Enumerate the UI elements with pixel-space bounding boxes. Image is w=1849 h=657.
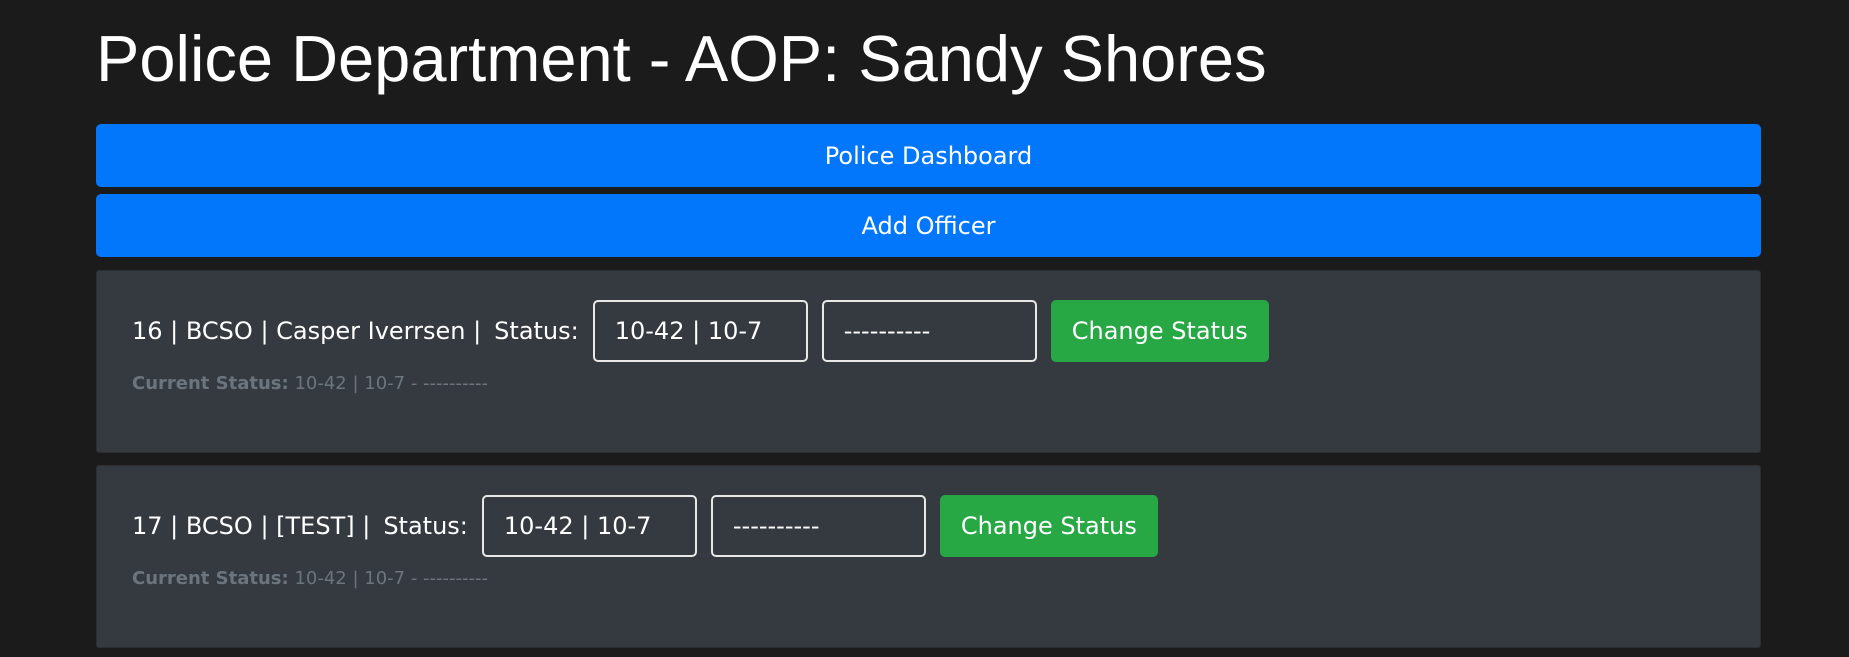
current-status: Current Status: 10-42 | 10-7 - ---------… <box>132 373 488 394</box>
officer-card: 17 | BCSO | [TEST] | Status: 10-42 | 10-… <box>96 465 1761 648</box>
officer-status-row: 17 | BCSO | [TEST] | Status: 10-42 | 10-… <box>132 494 1158 557</box>
status-label: Status: <box>383 511 468 540</box>
status-detail-select[interactable]: ---------- <box>821 299 1037 362</box>
current-status-value: 10-42 | 10-7 - ---------- <box>294 568 489 589</box>
page-title: Police Department - AOP: Sandy Shores <box>96 22 1267 95</box>
officer-status-row: 16 | BCSO | Casper Iverrsen | Status: 10… <box>132 299 1269 362</box>
add-officer-button[interactable]: Add Officer <box>96 194 1761 257</box>
current-status-value: 10-42 | 10-7 - ---------- <box>294 373 489 394</box>
police-dashboard-button[interactable]: Police Dashboard <box>96 124 1761 187</box>
status-detail-value: ---------- <box>732 511 820 540</box>
officer-card: 16 | BCSO | Casper Iverrsen | Status: 10… <box>96 270 1761 453</box>
current-status-label: Current Status: <box>132 373 289 394</box>
change-status-button[interactable]: Change Status <box>939 494 1158 557</box>
change-status-button[interactable]: Change Status <box>1050 299 1269 362</box>
status-detail-select[interactable]: ---------- <box>710 494 926 557</box>
current-status: Current Status: 10-42 | 10-7 - ---------… <box>132 568 488 589</box>
status-detail-value: ---------- <box>843 316 931 345</box>
status-code-value: 10-42 | 10-7 <box>503 511 652 540</box>
officer-info: 16 | BCSO | Casper Iverrsen | <box>132 316 482 345</box>
status-code-value: 10-42 | 10-7 <box>614 316 763 345</box>
main-container: Police Department - AOP: Sandy Shores Po… <box>96 0 1761 648</box>
status-code-select[interactable]: 10-42 | 10-7 <box>481 494 697 557</box>
officer-info: 17 | BCSO | [TEST] | <box>132 511 371 540</box>
current-status-label: Current Status: <box>132 568 289 589</box>
status-label: Status: <box>494 316 579 345</box>
status-code-select[interactable]: 10-42 | 10-7 <box>592 299 808 362</box>
